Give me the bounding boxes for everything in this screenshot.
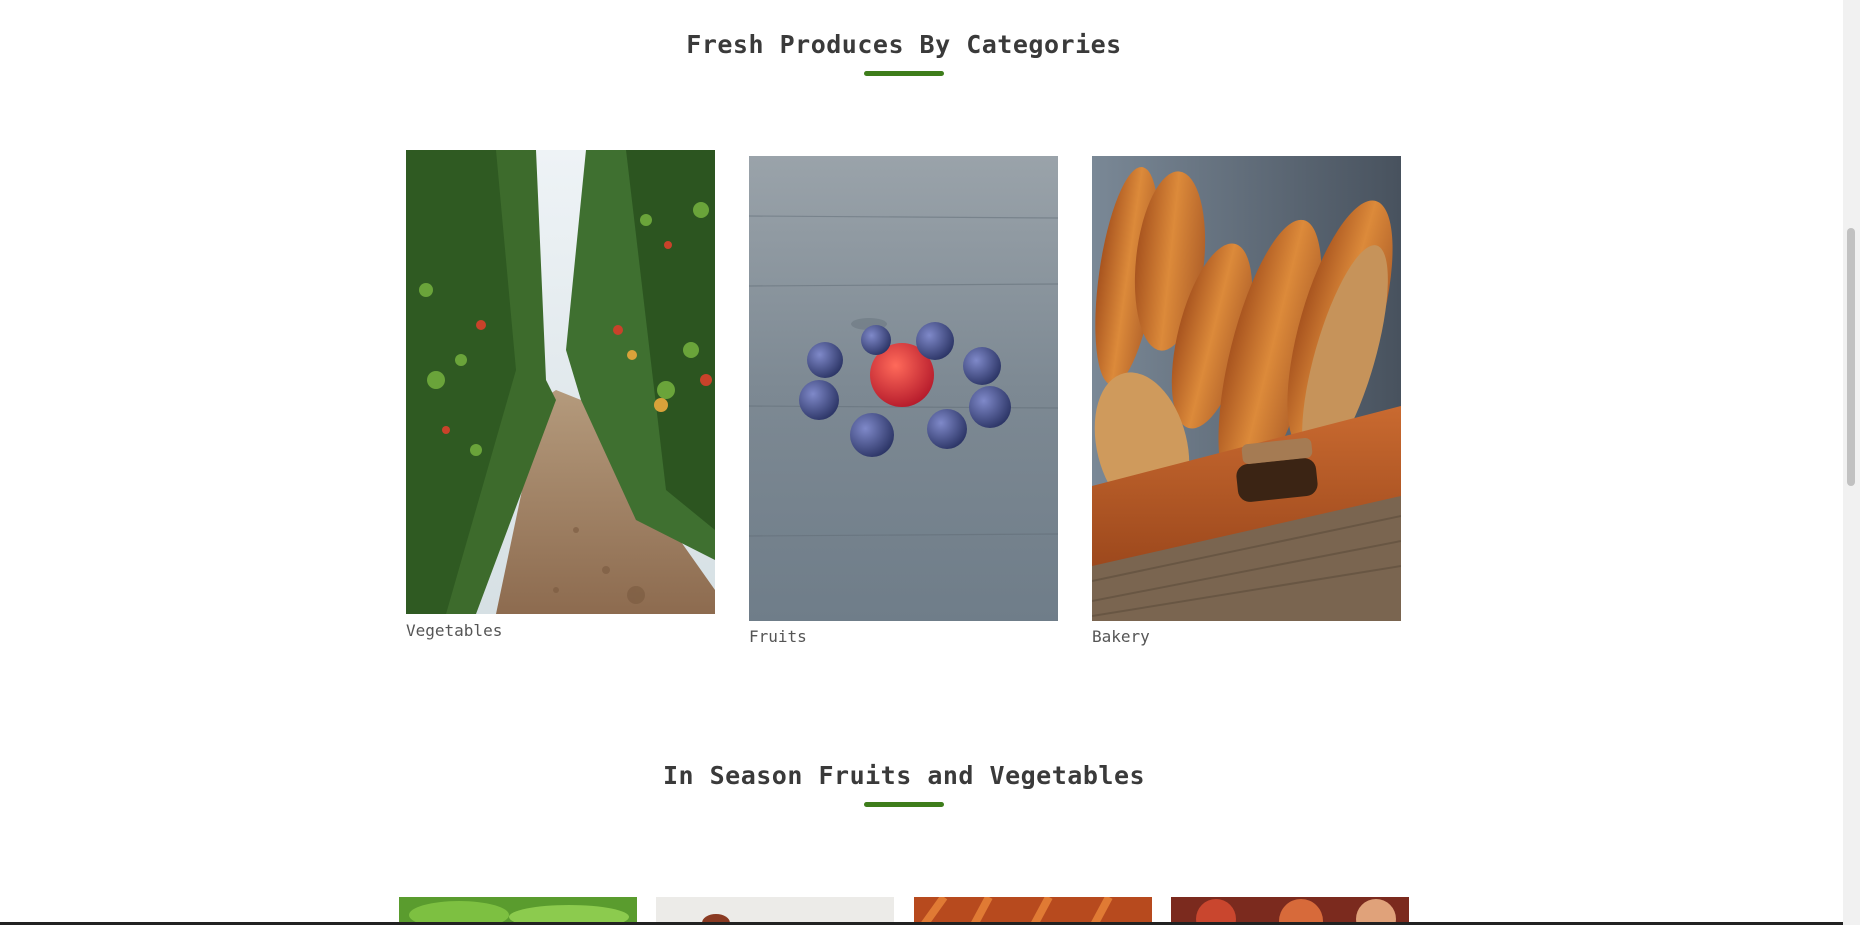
- season-item-lettuce-image[interactable]: [399, 897, 637, 925]
- categories-title-underline: [864, 71, 944, 76]
- category-caption-bakery[interactable]: Bakery: [1092, 627, 1150, 646]
- bakery-image[interactable]: [1092, 156, 1401, 621]
- page: Fresh Produces By Categories Vegetables …: [0, 0, 1858, 925]
- category-caption-vegetables[interactable]: Vegetables: [406, 621, 502, 640]
- fruits-image[interactable]: [749, 156, 1058, 621]
- season-item-apples-image[interactable]: [1171, 897, 1409, 925]
- category-caption-fruits[interactable]: Fruits: [749, 627, 807, 646]
- vegetables-image[interactable]: [406, 150, 715, 614]
- vertical-scrollbar[interactable]: [1843, 0, 1860, 925]
- scrollbar-thumb[interactable]: [1847, 228, 1855, 486]
- season-item-carrots-image[interactable]: [914, 897, 1152, 925]
- season-title-underline: [864, 802, 944, 807]
- season-item-red-fruit-image[interactable]: [656, 897, 894, 925]
- season-section-title: In Season Fruits and Vegetables: [662, 761, 1146, 790]
- categories-section-title: Fresh Produces By Categories: [686, 30, 1122, 59]
